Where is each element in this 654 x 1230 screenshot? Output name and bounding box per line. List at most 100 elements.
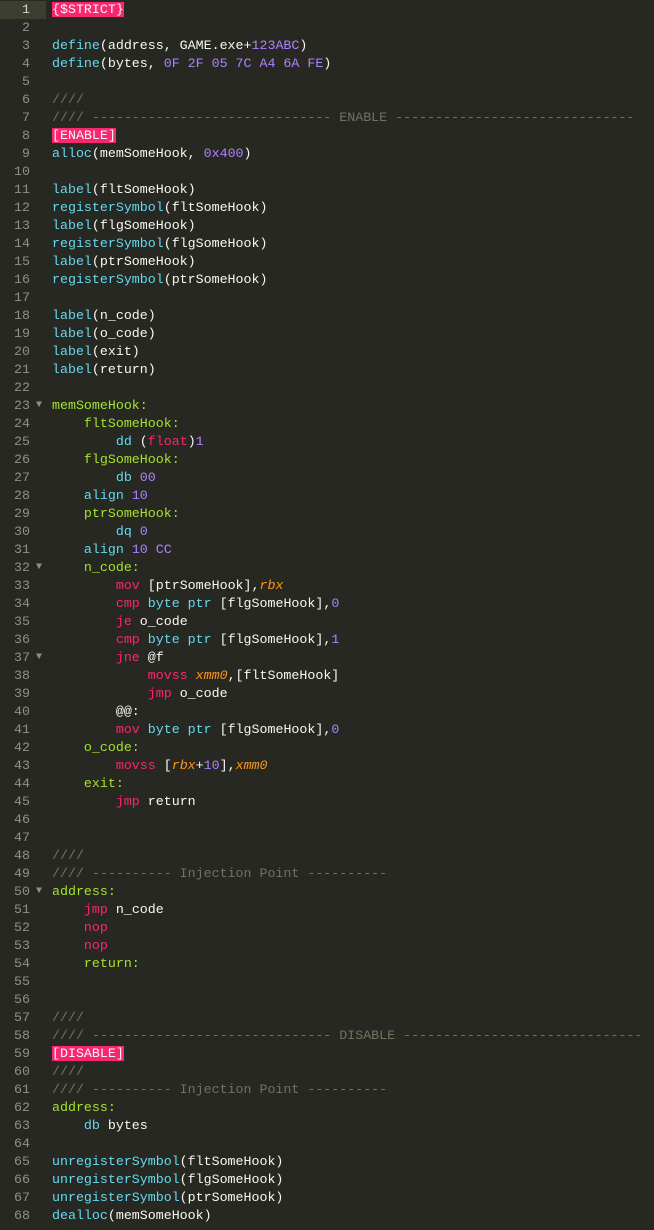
- code-line[interactable]: 26 flgSomeHook:: [0, 451, 654, 469]
- code-line[interactable]: 46: [0, 811, 654, 829]
- code-line[interactable]: 32 ▼ n_code:: [0, 559, 654, 577]
- line-number: 12: [14, 200, 30, 215]
- fold-triangle-icon[interactable]: ▼: [36, 397, 42, 415]
- code-line[interactable]: 54 return:: [0, 955, 654, 973]
- code-line[interactable]: 65 unregisterSymbol(fltSomeHook): [0, 1153, 654, 1171]
- code-line[interactable]: 50 ▼ address:: [0, 883, 654, 901]
- code-line[interactable]: 8 [ENABLE]: [0, 127, 654, 145]
- code-line[interactable]: 24 fltSomeHook:: [0, 415, 654, 433]
- code-line[interactable]: 40 @@:: [0, 703, 654, 721]
- code-line[interactable]: 9 alloc(memSomeHook, 0x400): [0, 145, 654, 163]
- code-line[interactable]: 64: [0, 1135, 654, 1153]
- code-line[interactable]: 56: [0, 991, 654, 1009]
- code-line[interactable]: 20 label(exit): [0, 343, 654, 361]
- code-line[interactable]: 37 ▼ jne @f: [0, 649, 654, 667]
- code-line[interactable]: 3 define(address, GAME.exe+123ABC): [0, 37, 654, 55]
- code-line[interactable]: 49 //// ---------- Injection Point ------…: [0, 865, 654, 883]
- line-gutter: 2: [0, 19, 46, 37]
- line-number: 13: [14, 218, 30, 233]
- line-number: 43: [14, 758, 30, 773]
- code-line[interactable]: 60 ////: [0, 1063, 654, 1081]
- code-line[interactable]: 11 label(fltSomeHook): [0, 181, 654, 199]
- code-line[interactable]: 15 label(ptrSomeHook): [0, 253, 654, 271]
- line-gutter: 6: [0, 91, 46, 109]
- code-line[interactable]: 21 label(return): [0, 361, 654, 379]
- comment-token: ////: [52, 1064, 84, 1079]
- code-line[interactable]: 43 movss [rbx+10],xmm0: [0, 757, 654, 775]
- code-line[interactable]: 38 movss xmm0,[fltSomeHook]: [0, 667, 654, 685]
- code-line[interactable]: 45 jmp return: [0, 793, 654, 811]
- line-number: 49: [14, 866, 30, 881]
- code-line[interactable]: 14 registerSymbol(flgSomeHook): [0, 235, 654, 253]
- code-line[interactable]: 2: [0, 19, 654, 37]
- code-line[interactable]: 22: [0, 379, 654, 397]
- fold-triangle-icon[interactable]: ▼: [36, 883, 42, 901]
- text-token: [flgSomeHook],: [211, 632, 332, 647]
- text-token: ,[fltSomeHook]: [227, 668, 340, 683]
- code-line[interactable]: 44 exit:: [0, 775, 654, 793]
- code-line[interactable]: 53 nop: [0, 937, 654, 955]
- line-gutter: 49: [0, 865, 46, 883]
- code-line[interactable]: 28 align 10: [0, 487, 654, 505]
- code-line[interactable]: 4 define(bytes, 0F 2F 05 7C A4 6A FE): [0, 55, 654, 73]
- code-line[interactable]: 23 ▼ memSomeHook:: [0, 397, 654, 415]
- number-token: 10: [203, 758, 220, 773]
- line-gutter: 34: [0, 595, 46, 613]
- code-line[interactable]: 10: [0, 163, 654, 181]
- code-line[interactable]: 52 nop: [0, 919, 654, 937]
- code-line[interactable]: 31 align 10 CC: [0, 541, 654, 559]
- code-line[interactable]: 39 jmp o_code: [0, 685, 654, 703]
- code-line[interactable]: 27 db 00: [0, 469, 654, 487]
- code-line[interactable]: 42 o_code:: [0, 739, 654, 757]
- code-line[interactable]: 41 mov byte ptr [flgSomeHook],0: [0, 721, 654, 739]
- code-line[interactable]: 34 cmp byte ptr [flgSomeHook],0: [0, 595, 654, 613]
- fold-triangle-icon[interactable]: ▼: [36, 649, 42, 667]
- code-line[interactable]: 61 //// ---------- Injection Point ------…: [0, 1081, 654, 1099]
- code-line[interactable]: 33 mov [ptrSomeHook],rbx: [0, 577, 654, 595]
- line-number: 64: [14, 1136, 30, 1151]
- code-line[interactable]: 48 ////: [0, 847, 654, 865]
- code-line[interactable]: 30 dq 0: [0, 523, 654, 541]
- code-line[interactable]: 51 jmp n_code: [0, 901, 654, 919]
- code-line[interactable]: 62 address:: [0, 1099, 654, 1117]
- line-gutter: 40: [0, 703, 46, 721]
- code-editor[interactable]: 1 {$STRICT} 2 3 define(address, GAME.exe+123…: [0, 0, 654, 1225]
- code-line[interactable]: 35 je o_code: [0, 613, 654, 631]
- code-line[interactable]: 25 dd (float)1: [0, 433, 654, 451]
- code-line[interactable]: 68 dealloc(memSomeHook): [0, 1207, 654, 1225]
- code-line[interactable]: 29 ptrSomeHook:: [0, 505, 654, 523]
- code-line[interactable]: 19 label(o_code): [0, 325, 654, 343]
- code-line[interactable]: 13 label(flgSomeHook): [0, 217, 654, 235]
- code-line[interactable]: 5: [0, 73, 654, 91]
- line-gutter: 50 ▼: [0, 883, 46, 901]
- code-line[interactable]: 47: [0, 829, 654, 847]
- code-line[interactable]: 57 ////: [0, 1009, 654, 1027]
- line-number: 39: [14, 686, 30, 701]
- code-line[interactable]: 16 registerSymbol(ptrSomeHook): [0, 271, 654, 289]
- label-token: flgSomeHook:: [83, 452, 180, 467]
- code-line[interactable]: 63 db bytes: [0, 1117, 654, 1135]
- function-token: byte ptr: [139, 722, 212, 737]
- code-line[interactable]: 55: [0, 973, 654, 991]
- code-line[interactable]: 18 label(n_code): [0, 307, 654, 325]
- code-line[interactable]: 1 {$STRICT}: [0, 1, 654, 19]
- function-token: define: [52, 56, 100, 71]
- code-line[interactable]: 58 //// ------------------------------ DI…: [0, 1027, 654, 1045]
- code-line[interactable]: 12 registerSymbol(fltSomeHook): [0, 199, 654, 217]
- code-line[interactable]: 17: [0, 289, 654, 307]
- text-token: n_code: [107, 902, 164, 917]
- fold-triangle-icon[interactable]: ▼: [36, 559, 42, 577]
- code-line[interactable]: 36 cmp byte ptr [flgSomeHook],1: [0, 631, 654, 649]
- code-line[interactable]: 66 unregisterSymbol(flgSomeHook): [0, 1171, 654, 1189]
- code-line[interactable]: 67 unregisterSymbol(ptrSomeHook): [0, 1189, 654, 1207]
- code-line[interactable]: 59 [DISABLE]: [0, 1045, 654, 1063]
- code-line[interactable]: 7 //// ------------------------------ ENA…: [0, 109, 654, 127]
- section-tag-token: {$STRICT}: [52, 2, 124, 17]
- keyword-token: jmp: [115, 794, 140, 809]
- code-line[interactable]: 6 ////: [0, 91, 654, 109]
- line-code: dealloc(memSomeHook): [52, 1207, 212, 1225]
- line-gutter: 29: [0, 505, 46, 523]
